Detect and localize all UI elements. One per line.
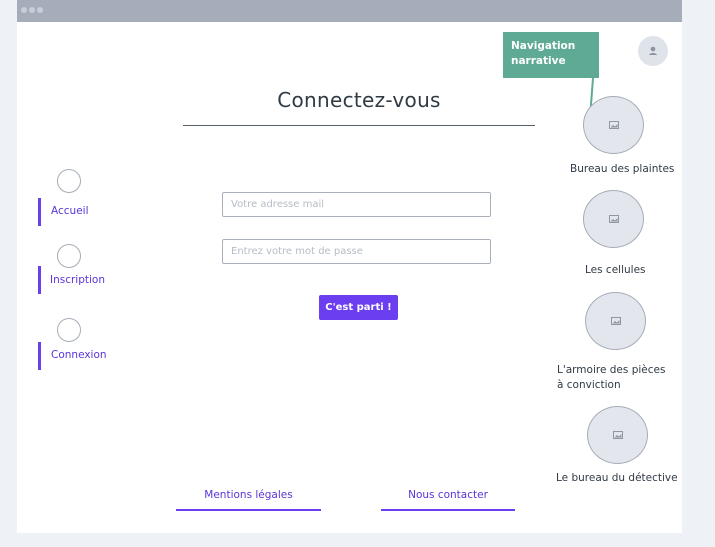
- sidebar-item-accueil[interactable]: Accueil: [51, 205, 89, 217]
- footer-divider: [381, 509, 515, 511]
- narrative-label: Bureau des plaintes: [570, 163, 675, 175]
- narrative-item-cellules[interactable]: [583, 190, 644, 248]
- password-field[interactable]: [222, 239, 491, 264]
- submit-button[interactable]: C'est parti !: [319, 295, 398, 320]
- narrative-item-armoire[interactable]: [585, 292, 646, 350]
- tooltip-arrow: [584, 77, 596, 124]
- title-divider: [183, 125, 535, 126]
- narrative-item-bureau-detective[interactable]: [587, 406, 648, 464]
- footer-link-contact[interactable]: Nous contacter: [381, 489, 515, 501]
- narrative-label: Les cellules: [585, 264, 646, 276]
- nav-indicator: [38, 342, 41, 370]
- narrative-label: L'armoire des pièces à conviction: [557, 364, 666, 391]
- nav-inscription-icon: [57, 244, 81, 268]
- avatar[interactable]: [638, 36, 668, 66]
- image-icon: [608, 215, 619, 223]
- user-icon: [648, 46, 658, 55]
- narrative-label: Le bureau du détective: [556, 472, 678, 484]
- image-icon: [610, 317, 621, 325]
- email-field[interactable]: [222, 192, 491, 217]
- image-icon: [612, 431, 623, 439]
- tooltip-text: Navigation narrative: [511, 40, 576, 67]
- nav-indicator: [38, 198, 41, 226]
- footer-divider: [176, 509, 321, 511]
- image-icon: [608, 121, 619, 129]
- footer-link-legal[interactable]: Mentions légales: [176, 489, 321, 501]
- narrative-tooltip: Navigation narrative: [503, 32, 599, 78]
- narrative-item-bureau-plaintes[interactable]: [583, 96, 644, 154]
- nav-connexion-icon: [57, 318, 81, 342]
- sidebar-item-inscription[interactable]: Inscription: [50, 274, 105, 286]
- page-title: Connectez-vous: [277, 88, 441, 112]
- nav-indicator: [38, 266, 41, 294]
- nav-accueil-icon: [57, 169, 81, 193]
- browser-window: Navigation narrative Connectez-vous Accu…: [17, 0, 682, 533]
- sidebar-item-connexion[interactable]: Connexion: [51, 349, 107, 361]
